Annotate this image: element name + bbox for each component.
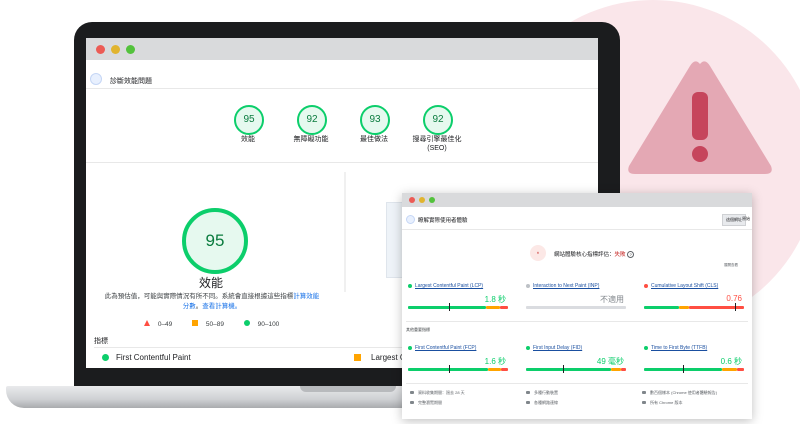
core-metric-bar-seg-2-0 bbox=[644, 306, 679, 309]
popup-divider bbox=[406, 321, 748, 322]
score-legend: 0–49 50–89 90–100 bbox=[144, 320, 279, 328]
maximize-dot[interactable] bbox=[126, 45, 135, 54]
tab-origin[interactable]: 原始 bbox=[742, 216, 750, 222]
core-metric-status-icon-0 bbox=[408, 284, 412, 288]
fcp-status-icon bbox=[102, 354, 109, 361]
lcp-status-icon bbox=[354, 354, 361, 361]
other-metric-marker-2 bbox=[683, 365, 684, 373]
footer-icon-4 bbox=[526, 401, 530, 404]
core-metric-marker-2 bbox=[735, 303, 736, 311]
popup-header: 瞭解實際使用者體驗 這個網址 原始 bbox=[402, 207, 752, 230]
core-metric-bar-seg-2-1 bbox=[679, 306, 689, 309]
assessment-text: 網站體驗核心指標評估： bbox=[554, 252, 615, 258]
field-data-window: 瞭解實際使用者體驗 這個網址 原始 ✕ 網站體驗核心指標評估：失敗 ? 展開查看… bbox=[402, 193, 752, 419]
legend-pass-label: 90–100 bbox=[257, 321, 280, 328]
popup-minimize-dot[interactable] bbox=[419, 197, 425, 203]
main-performance-gauge: 95 bbox=[182, 208, 248, 274]
lighthouse-icon bbox=[90, 73, 102, 85]
core-metric-bar-seg-0-0 bbox=[408, 306, 486, 309]
footer-item-1: 多種行動裝置 bbox=[534, 390, 558, 395]
core-metric-bar-empty-1 bbox=[526, 306, 626, 309]
info-icon[interactable]: ? bbox=[627, 251, 635, 258]
report-title: 診斷效能問題 bbox=[110, 78, 152, 85]
other-metric-status-icon-1 bbox=[526, 346, 530, 350]
footer-divider bbox=[406, 383, 748, 384]
core-metric-status-icon-2 bbox=[644, 284, 648, 288]
score-gauge-performance[interactable]: 95 bbox=[234, 105, 264, 135]
other-metric-value-2: 0.6 秒 bbox=[720, 357, 742, 366]
other-metric-bar-seg-2-1 bbox=[722, 368, 737, 371]
popup-close-dot[interactable] bbox=[409, 197, 415, 203]
close-dot[interactable] bbox=[96, 45, 105, 54]
core-metric-bar-seg-0-1 bbox=[486, 306, 500, 309]
other-metric-bar-seg-1-1 bbox=[611, 368, 621, 371]
popup-titlebar bbox=[402, 193, 752, 207]
footer-item-5: 所有 Chrome 版本 bbox=[650, 400, 683, 405]
footer-item-4: 各種網路連線 bbox=[534, 400, 558, 405]
other-metric-name-0[interactable]: First Contentful Paint (FCP) bbox=[415, 345, 476, 351]
expand-view-link[interactable]: 展開查看 bbox=[724, 263, 738, 268]
core-metric-name-0[interactable]: Largest Contentful Paint (LCP) bbox=[415, 283, 483, 289]
description-text: 此為預估值，可能與實際情況有所不同。系統會直接根據這些指標 bbox=[104, 293, 294, 300]
core-metric-value-0: 1.8 秒 bbox=[484, 295, 506, 304]
other-metric-bar-seg-1-0 bbox=[526, 368, 611, 371]
score-sublabel-seo: (SEO) bbox=[427, 145, 447, 152]
filmstrip-divider bbox=[344, 172, 346, 292]
popup-maximize-dot[interactable] bbox=[429, 197, 435, 203]
score-gauge-best-practices[interactable]: 93 bbox=[360, 105, 390, 135]
laptop-notch bbox=[300, 386, 396, 392]
core-metric-marker-0 bbox=[449, 303, 450, 311]
other-metric-value-0: 1.6 秒 bbox=[484, 357, 506, 366]
warning-icon bbox=[628, 61, 772, 174]
core-metric-bar-seg-0-2 bbox=[500, 306, 508, 309]
other-metric-bar-seg-0-0 bbox=[408, 368, 488, 371]
window-titlebar bbox=[86, 38, 598, 60]
core-metric-status-icon-1 bbox=[526, 284, 530, 288]
minimize-dot[interactable] bbox=[111, 45, 120, 54]
core-metric-name-2[interactable]: Cumulative Layout Shift (CLS) bbox=[651, 283, 718, 289]
assessment-result: 失敗 bbox=[614, 252, 626, 258]
score-gauge-seo[interactable]: 92 bbox=[423, 105, 453, 135]
other-metric-status-icon-0 bbox=[408, 346, 412, 350]
footer-item-3: 完整瀏覽期間 bbox=[418, 400, 442, 405]
score-description: 此為預估值，可能與實際情況有所不同。系統會直接根據這些指標計算效能分數。查看計算… bbox=[102, 292, 322, 312]
calculator-link[interactable]: 查看計算機。 bbox=[202, 303, 241, 310]
footer-icon-1 bbox=[526, 391, 530, 394]
legend-fail-icon bbox=[144, 320, 150, 326]
footer-item-0: 資料收集期間：過去 28 天 bbox=[418, 390, 465, 395]
other-metric-marker-1 bbox=[563, 365, 564, 373]
footer-item-2: 數百個樣本 (Chrome 使用者體驗報告) bbox=[650, 390, 718, 395]
other-metric-bar-seg-2-2 bbox=[737, 368, 744, 371]
assessment-badge-icon: ✕ bbox=[530, 245, 546, 261]
other-metric-bar-seg-1-2 bbox=[621, 368, 626, 371]
score-gauge-accessibility[interactable]: 92 bbox=[297, 105, 327, 135]
other-metric-name-2[interactable]: Time to First Byte (TTFB) bbox=[651, 345, 707, 351]
other-metric-bar-seg-0-1 bbox=[488, 368, 501, 371]
other-metric-bar-seg-0-2 bbox=[501, 368, 508, 371]
metric-fcp-label: First Contentful Paint bbox=[116, 353, 191, 362]
footer-icon-2 bbox=[642, 391, 646, 394]
divider bbox=[86, 162, 598, 163]
core-metric-value-2: 0.76 bbox=[726, 294, 742, 303]
footer-icon-5 bbox=[642, 401, 646, 404]
other-metric-value-1: 49 毫秒 bbox=[596, 357, 624, 366]
main-score-label: 效能 bbox=[198, 276, 223, 290]
legend-pass-icon bbox=[243, 320, 250, 326]
legend-average-label: 50–89 bbox=[205, 321, 224, 328]
report-header: 診斷效能問題 bbox=[86, 60, 598, 89]
popup-app-icon bbox=[406, 215, 415, 224]
other-metric-marker-0 bbox=[449, 365, 450, 373]
legend-fail-label: 0–49 bbox=[157, 321, 173, 328]
footer-icon-0 bbox=[410, 391, 414, 394]
core-metric-name-1[interactable]: Interaction to Next Paint (INP) bbox=[533, 283, 599, 289]
other-metrics-heading: 其他重要指標 bbox=[406, 327, 430, 332]
footer-icon-3 bbox=[410, 401, 414, 404]
metrics-heading: 指標 bbox=[94, 338, 108, 345]
popup-title: 瞭解實際使用者體驗 bbox=[418, 218, 468, 224]
core-metric-value-1: 不適用 bbox=[600, 295, 624, 304]
legend-average-icon bbox=[192, 320, 199, 326]
other-metric-name-1[interactable]: First Input Delay (FID) bbox=[533, 345, 582, 351]
other-metric-status-icon-2 bbox=[644, 346, 648, 350]
assessment-line: 網站體驗核心指標評估：失敗 ? bbox=[554, 250, 635, 258]
